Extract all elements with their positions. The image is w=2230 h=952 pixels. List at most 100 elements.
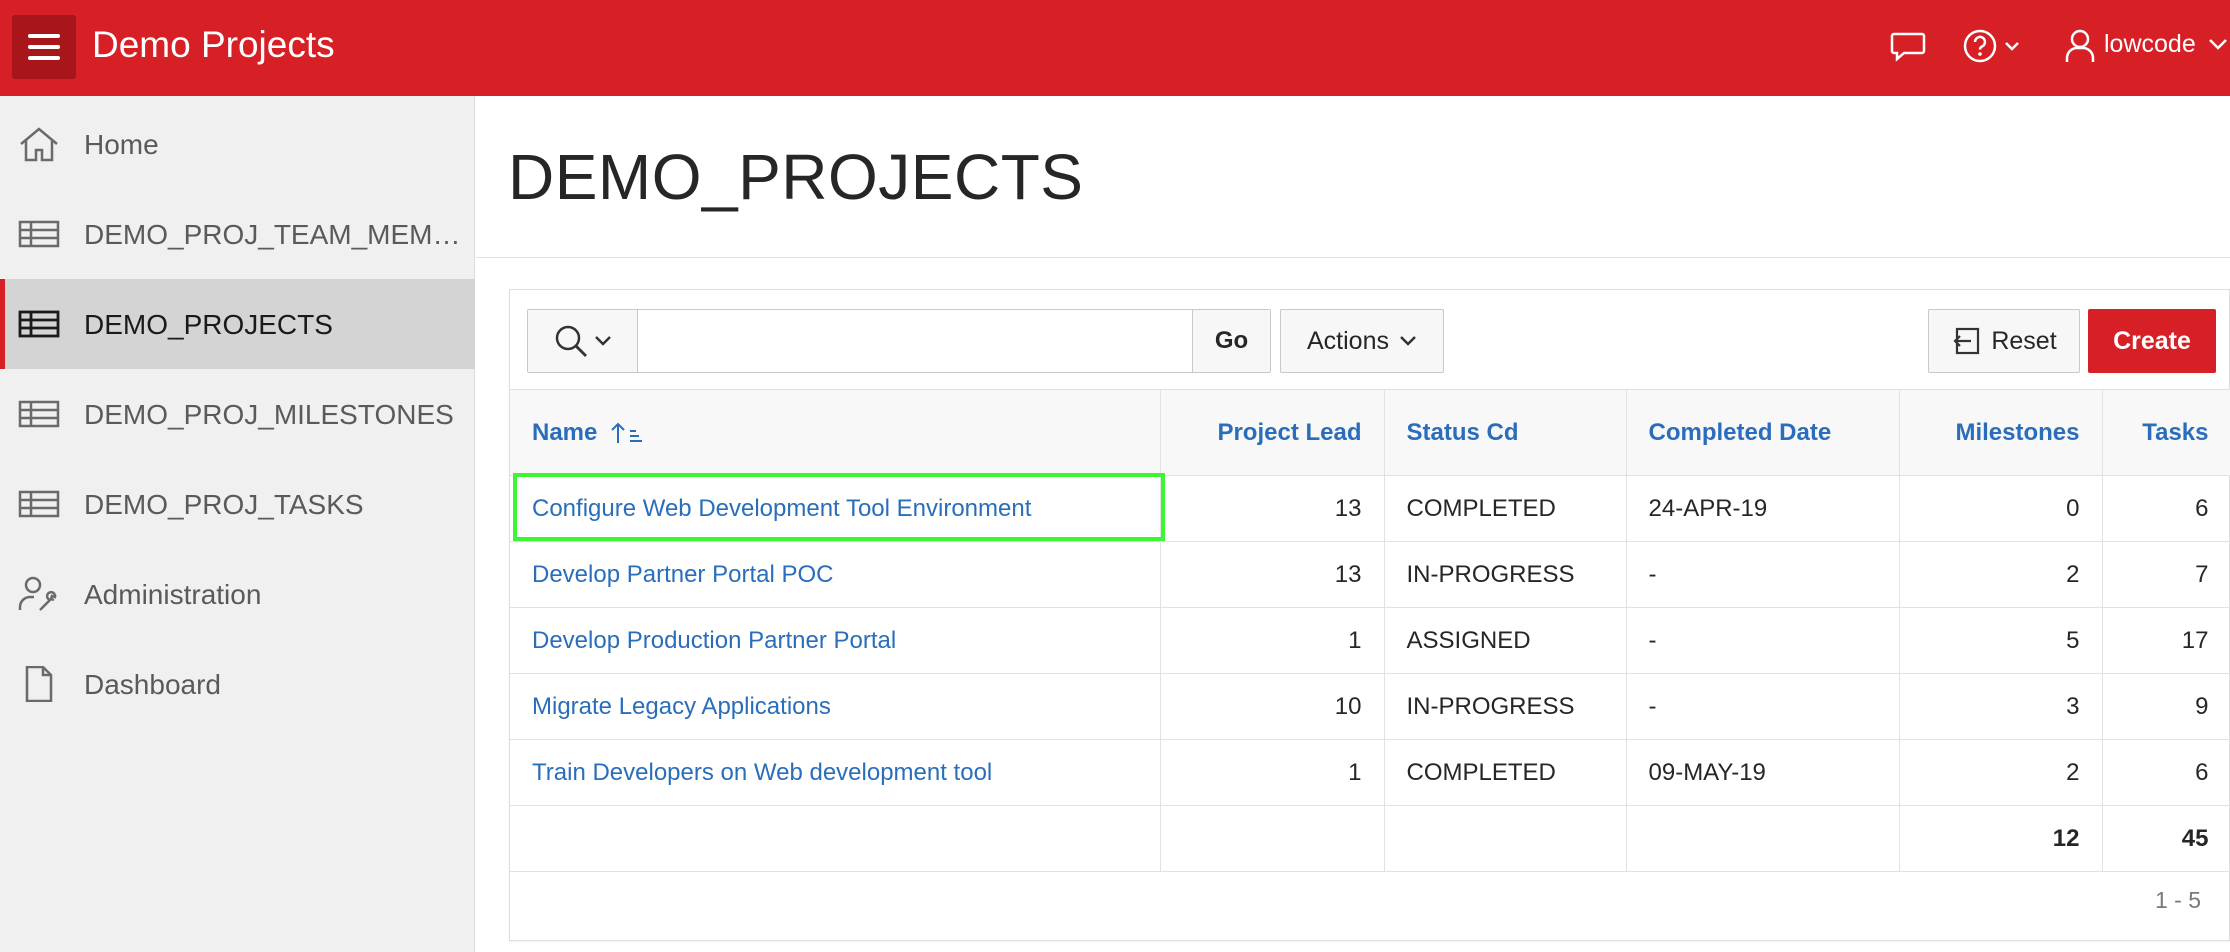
menu-icon-bar xyxy=(28,34,60,38)
chevron-down-icon xyxy=(1400,336,1416,346)
create-button[interactable]: Create xyxy=(2088,309,2216,373)
search-bar: Go xyxy=(527,309,1271,373)
menu-icon-bar xyxy=(28,56,60,60)
table-icon xyxy=(18,220,60,248)
project-lead-cell: 10 xyxy=(1160,673,1385,740)
status-cell: COMPLETED xyxy=(1384,475,1627,542)
actions-menu-button[interactable]: Actions xyxy=(1280,309,1444,373)
completed-date-cell: 24-APR-19 xyxy=(1626,475,1900,542)
empty-cell xyxy=(510,805,1161,872)
table-row: Migrate Legacy Applications 10 IN-PROGRE… xyxy=(510,673,2230,740)
sidebar-item-tasks[interactable]: DEMO_PROJ_TASKS xyxy=(0,459,475,549)
completed-date-cell: - xyxy=(1626,541,1900,608)
app-header: Demo Projects lowcode xyxy=(0,0,2230,96)
project-name-link[interactable]: Configure Web Development Tool Environme… xyxy=(510,475,1161,542)
project-name-link[interactable]: Develop Partner Portal POC xyxy=(510,541,1161,608)
report-toolbar: Go Actions Reset Create xyxy=(510,290,2230,390)
search-column-selector[interactable] xyxy=(528,310,638,372)
tasks-cell: 6 xyxy=(2102,475,2230,542)
user-name[interactable]: lowcode xyxy=(2104,30,2196,59)
table-row: Develop Partner Portal POC 13 IN-PROGRES… xyxy=(510,541,2230,608)
file-icon xyxy=(25,666,53,702)
reset-label: Reset xyxy=(1991,326,2057,355)
project-lead-cell: 13 xyxy=(1160,475,1385,542)
project-name-link[interactable]: Migrate Legacy Applications xyxy=(510,673,1161,740)
project-lead-cell: 1 xyxy=(1160,607,1385,674)
column-header-project-lead[interactable]: Project Lead xyxy=(1160,389,1385,476)
chat-icon[interactable] xyxy=(1890,28,1926,69)
project-lead-cell: 13 xyxy=(1160,541,1385,608)
milestones-cell: 2 xyxy=(1899,541,2103,608)
table-header-row: Name Project Lead Status Cd Completed Da… xyxy=(510,389,2230,476)
report-table: Name Project Lead Status Cd Completed Da… xyxy=(510,389,2230,872)
milestones-total: 12 xyxy=(1899,805,2103,872)
column-header-tasks[interactable]: Tasks xyxy=(2102,389,2230,476)
pagination-info: 1 - 5 xyxy=(2154,887,2201,913)
sidebar: Home DEMO_PROJ_TEAM_MEMBERS DEMO_PROJECT… xyxy=(0,96,475,952)
home-icon xyxy=(20,127,58,162)
project-name-link[interactable]: Train Developers on Web development tool xyxy=(510,739,1161,806)
table-row: Develop Production Partner Portal 1 ASSI… xyxy=(510,607,2230,674)
table-icon xyxy=(18,490,60,518)
empty-cell xyxy=(1626,805,1900,872)
sidebar-item-label: DEMO_PROJ_MILESTONES xyxy=(84,399,454,430)
milestones-cell: 3 xyxy=(1899,673,2103,740)
table-icon xyxy=(18,400,60,428)
tasks-cell: 6 xyxy=(2102,739,2230,806)
table-icon xyxy=(18,310,60,338)
sidebar-item-dashboard[interactable]: Dashboard xyxy=(0,639,475,729)
sidebar-item-label: DEMO_PROJ_TEAM_MEMBERS xyxy=(84,219,470,250)
chevron-down-icon[interactable] xyxy=(2208,38,2228,57)
sidebar-item-demo-projects[interactable]: DEMO_PROJECTS xyxy=(0,279,475,369)
menu-button[interactable] xyxy=(12,15,76,79)
sidebar-item-milestones[interactable]: DEMO_PROJ_MILESTONES xyxy=(0,369,475,459)
user-icon[interactable] xyxy=(2064,28,2096,69)
page-title-region: DEMO_PROJECTS xyxy=(476,96,2230,258)
table-row: Train Developers on Web development tool… xyxy=(510,739,2230,806)
search-icon xyxy=(555,325,587,357)
interactive-report: Go Actions Reset Create Name Project Lea… xyxy=(509,289,2230,941)
status-cell: COMPLETED xyxy=(1384,739,1627,806)
column-header-milestones[interactable]: Milestones xyxy=(1899,389,2103,476)
completed-date-cell: 09-MAY-19 xyxy=(1626,739,1900,806)
project-lead-cell: 1 xyxy=(1160,739,1385,806)
milestones-cell: 2 xyxy=(1899,739,2103,806)
sidebar-item-label: DEMO_PROJECTS xyxy=(84,309,333,340)
sidebar-item-label: Home xyxy=(84,129,159,160)
milestones-cell: 0 xyxy=(1899,475,2103,542)
tasks-cell: 9 xyxy=(2102,673,2230,740)
empty-cell xyxy=(1384,805,1627,872)
column-header-completed-date[interactable]: Completed Date xyxy=(1626,389,1900,476)
sidebar-item-label: Dashboard xyxy=(84,669,221,700)
sidebar-item-label: DEMO_PROJ_TASKS xyxy=(84,489,364,520)
page-title: DEMO_PROJECTS xyxy=(508,141,1084,213)
sidebar-item-administration[interactable]: Administration xyxy=(0,549,475,639)
status-cell: ASSIGNED xyxy=(1384,607,1627,674)
status-cell: IN-PROGRESS xyxy=(1384,541,1627,608)
app-title[interactable]: Demo Projects xyxy=(92,24,335,66)
tasks-cell: 17 xyxy=(2102,607,2230,674)
completed-date-cell: - xyxy=(1626,607,1900,674)
status-cell: IN-PROGRESS xyxy=(1384,673,1627,740)
search-input[interactable] xyxy=(638,310,1192,372)
project-name-link[interactable]: Develop Production Partner Portal xyxy=(510,607,1161,674)
column-header-name[interactable]: Name xyxy=(510,389,1161,476)
reset-icon xyxy=(1953,327,1980,355)
milestones-cell: 5 xyxy=(1899,607,2103,674)
user-wrench-icon xyxy=(18,576,57,611)
menu-icon-bar xyxy=(28,45,60,49)
go-button[interactable]: Go xyxy=(1192,310,1270,372)
actions-label: Actions xyxy=(1307,326,1389,355)
completed-date-cell: - xyxy=(1626,673,1900,740)
empty-cell xyxy=(1160,805,1385,872)
totals-row: 12 45 xyxy=(510,805,2230,872)
tasks-total: 45 xyxy=(2102,805,2230,872)
sidebar-item-home[interactable]: Home xyxy=(0,99,475,189)
sidebar-item-label: Administration xyxy=(84,579,262,610)
column-header-status-cd[interactable]: Status Cd xyxy=(1384,389,1627,476)
tasks-cell: 7 xyxy=(2102,541,2230,608)
sidebar-item-team-members[interactable]: DEMO_PROJ_TEAM_MEMBERS xyxy=(0,189,475,279)
help-menu-button[interactable] xyxy=(1962,28,2032,69)
reset-button[interactable]: Reset xyxy=(1928,309,2080,373)
table-row: Configure Web Development Tool Environme… xyxy=(510,475,2230,542)
